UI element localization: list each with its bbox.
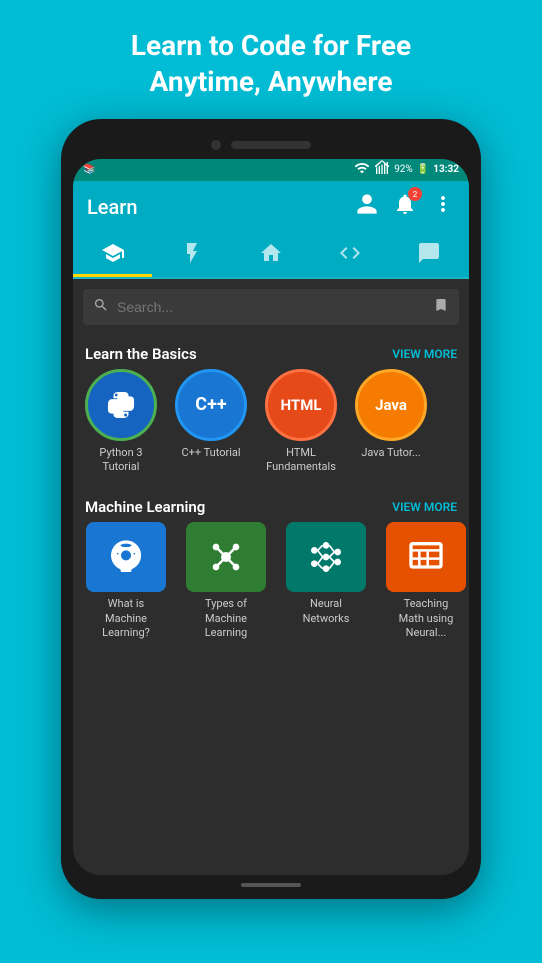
hero-section: Learn to Code for Free Anytime, Anywhere — [111, 0, 431, 119]
battery-icon: 🔋 — [417, 164, 429, 175]
content-area: Learn the Basics VIEW MORE Python 3 Tuto… — [73, 335, 469, 875]
tab-code[interactable] — [311, 233, 390, 277]
teaching-math-card[interactable]: TeachingMath usingNeural... — [381, 522, 469, 640]
what-is-ml-label: What isMachineLearning? — [102, 597, 150, 640]
more-options-button[interactable] — [431, 192, 455, 221]
signal-icon — [374, 160, 390, 179]
notification-badge: 2 — [408, 187, 422, 201]
basics-section: Learn the Basics VIEW MORE Python 3 Tuto… — [73, 335, 469, 483]
java-label: Java Tutor... — [361, 446, 420, 460]
types-ml-label: Types ofMachineLearning — [205, 597, 247, 640]
battery-text: 92% — [394, 164, 413, 175]
tab-practice[interactable] — [152, 233, 231, 277]
phone-camera — [211, 140, 221, 150]
phone-screen: 📚 92% 🔋 13:32 Learn — [73, 159, 469, 875]
search-bar[interactable] — [83, 289, 459, 325]
teaching-icon — [386, 522, 466, 592]
wifi-icon — [354, 160, 370, 179]
types-ml-card[interactable]: Types ofMachineLearning — [181, 522, 271, 640]
ml-types-icon — [186, 522, 266, 592]
ml-cards-row: What isMachineLearning? — [73, 522, 469, 648]
html-card[interactable]: HTML HTMLFundamentals — [261, 369, 341, 475]
search-icon — [93, 297, 109, 317]
cpp-icon: C++ — [175, 369, 247, 441]
search-input[interactable] — [117, 299, 425, 315]
neural-networks-label: NeuralNetworks — [303, 597, 350, 626]
tab-home[interactable] — [231, 233, 310, 277]
basics-view-more[interactable]: VIEW MORE — [392, 347, 457, 361]
neural-networks-card[interactable]: NeuralNetworks — [281, 522, 371, 640]
neural-icon — [286, 522, 366, 592]
teaching-math-label: TeachingMath usingNeural... — [399, 597, 454, 640]
html-label: HTMLFundamentals — [266, 446, 336, 475]
notification-button[interactable]: 2 — [393, 192, 417, 221]
status-bar: 📚 92% 🔋 13:32 — [73, 159, 469, 181]
basics-title: Learn the Basics — [85, 345, 197, 363]
phone-top-bar — [73, 131, 469, 159]
app-bar-icons: 2 — [355, 192, 455, 221]
app-title: Learn — [87, 195, 138, 219]
tab-learn[interactable] — [73, 233, 152, 277]
app-logo-icon: 📚 — [83, 164, 95, 175]
html-icon: HTML — [265, 369, 337, 441]
basics-header: Learn the Basics VIEW MORE — [73, 335, 469, 369]
bookmark-icon[interactable] — [433, 297, 449, 317]
ml-brain-icon — [86, 522, 166, 592]
app-bar: Learn 2 — [73, 181, 469, 233]
tab-discuss[interactable] — [390, 233, 469, 277]
java-card[interactable]: Java Java Tutor... — [351, 369, 431, 475]
python-label: Python 3 Tutorial — [81, 446, 161, 475]
python-icon — [85, 369, 157, 441]
nav-tabs — [73, 233, 469, 279]
what-is-ml-card[interactable]: What isMachineLearning? — [81, 522, 171, 640]
java-icon: Java — [355, 369, 427, 441]
cpp-card[interactable]: C++ C++ Tutorial — [171, 369, 251, 475]
status-right: 92% 🔋 13:32 — [354, 160, 459, 179]
home-bar — [241, 883, 301, 887]
ml-section: Machine Learning VIEW MORE What isMachin… — [73, 488, 469, 648]
phone-mockup: 📚 92% 🔋 13:32 Learn — [61, 119, 481, 899]
ml-header: Machine Learning VIEW MORE — [73, 488, 469, 522]
phone-bottom — [73, 875, 469, 895]
ml-view-more[interactable]: VIEW MORE — [392, 500, 457, 514]
cpp-label: C++ Tutorial — [181, 446, 240, 460]
phone-speaker — [231, 141, 311, 149]
hero-title: Learn to Code for Free Anytime, Anywhere — [131, 28, 411, 101]
profile-button[interactable] — [355, 192, 379, 221]
python-card[interactable]: Python 3 Tutorial — [81, 369, 161, 475]
time-display: 13:32 — [433, 164, 459, 175]
basics-cards-row: Python 3 Tutorial C++ C++ Tutorial HTML … — [73, 369, 469, 483]
ml-title: Machine Learning — [85, 498, 205, 516]
status-left: 📚 — [83, 164, 95, 175]
